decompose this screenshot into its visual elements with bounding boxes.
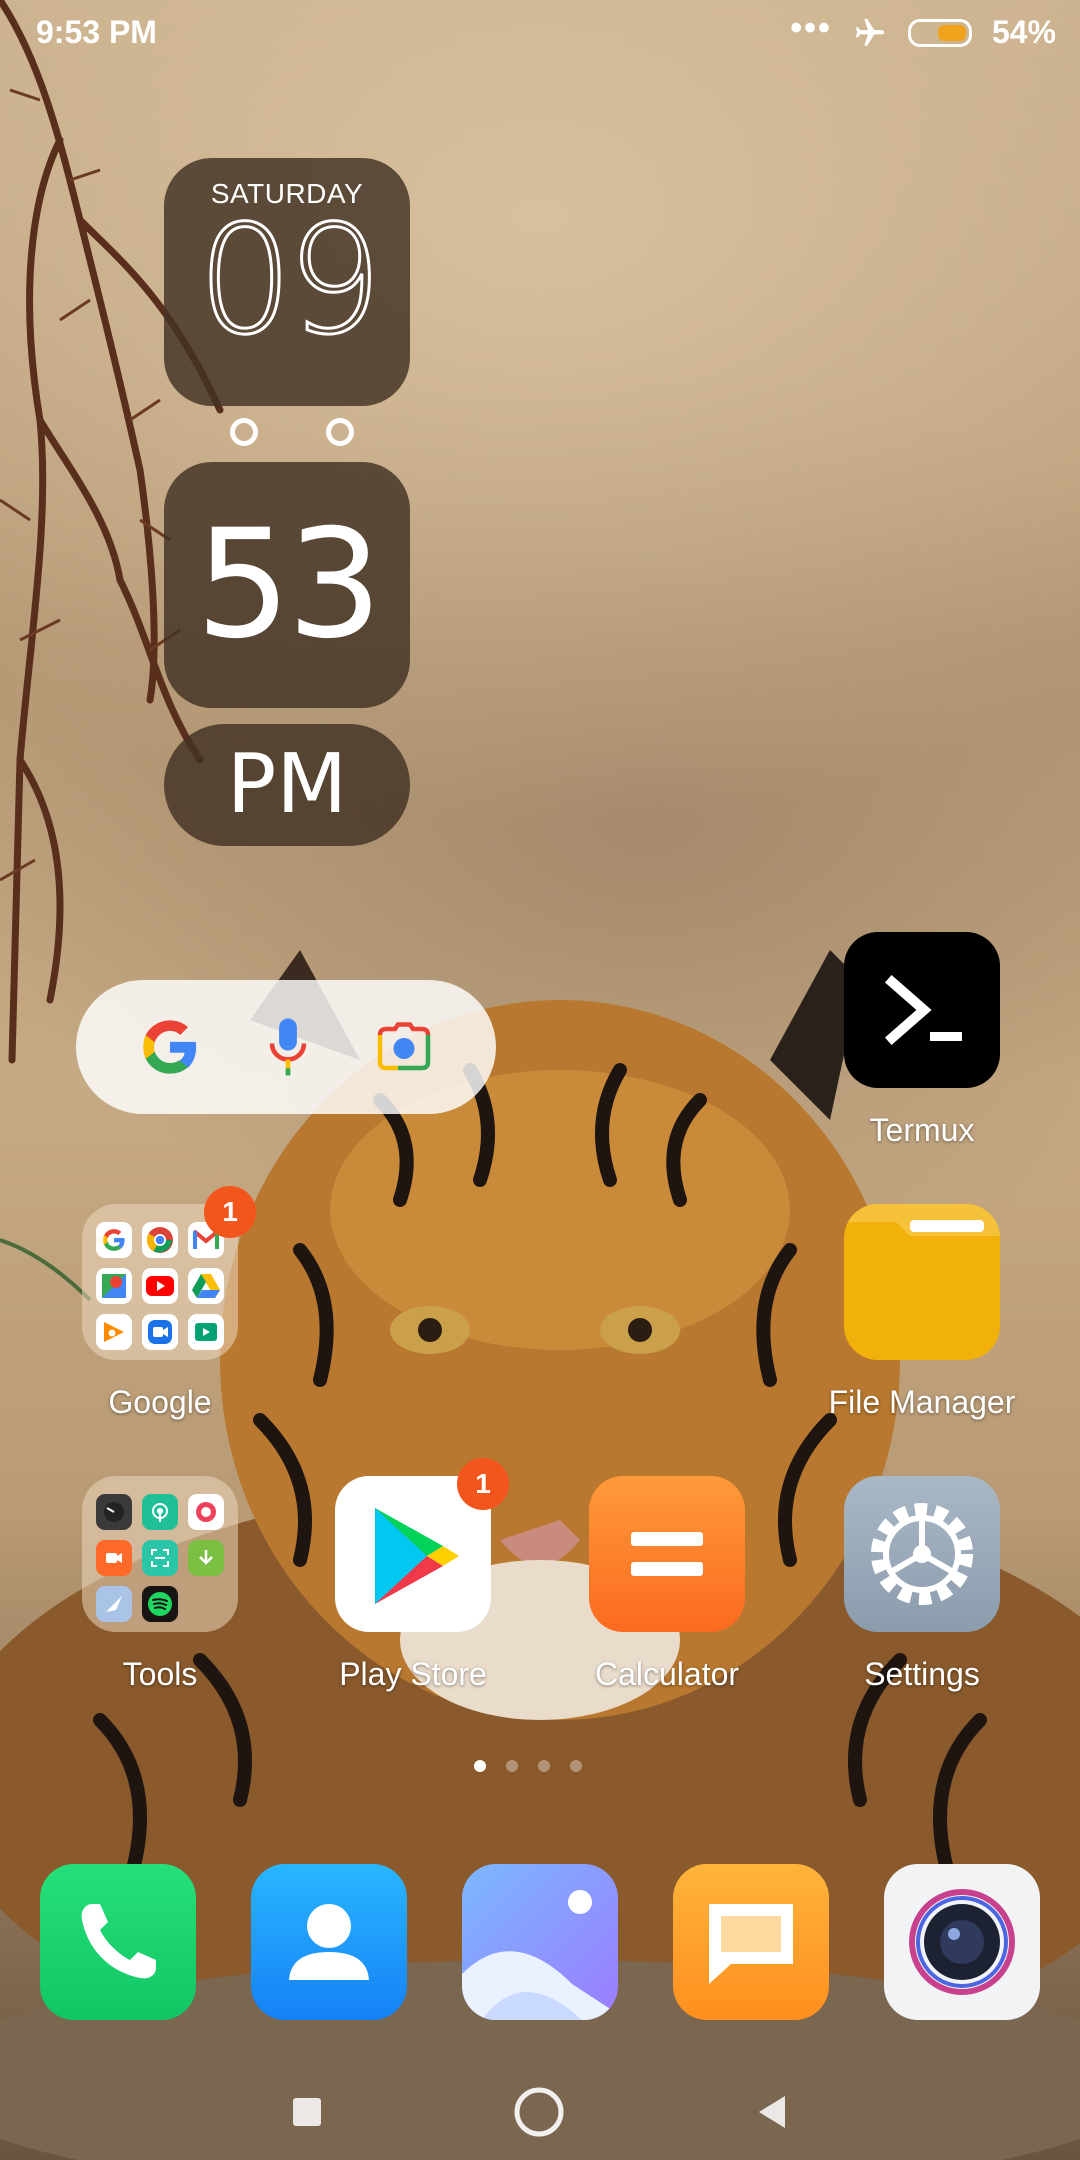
clock-widget-day[interactable]: SATURDAY 09 <box>164 158 410 406</box>
play-music-mini-icon <box>96 1314 132 1350</box>
airplane-mode-icon <box>855 18 885 46</box>
battery-level <box>937 24 966 41</box>
folder-google[interactable]: 1 Google <box>60 1186 260 1421</box>
app-label: Termux <box>869 1112 975 1148</box>
page-dot-active[interactable] <box>474 1760 486 1772</box>
app-termux[interactable]: Termux <box>822 932 1022 1149</box>
app-settings[interactable]: Settings <box>822 1476 1022 1693</box>
more-notifications-icon: ••• <box>790 8 832 47</box>
page-dot[interactable] <box>570 1760 582 1772</box>
clock-ring-right <box>326 418 354 446</box>
page-dot[interactable] <box>538 1760 550 1772</box>
camera-lens-glyph <box>909 1889 1015 1995</box>
person-glyph <box>289 1904 369 1980</box>
google-search-mini-icon <box>96 1222 132 1258</box>
contacts-icon[interactable] <box>251 1864 407 2020</box>
app-label: Play Store <box>339 1656 487 1692</box>
app-calculator[interactable]: Calculator <box>567 1476 767 1693</box>
home-button[interactable] <box>513 2086 565 2138</box>
gallery-icon[interactable] <box>462 1864 618 2020</box>
status-bar: 9:53 PM ••• 54% <box>0 0 1080 66</box>
app-label: File Manager <box>828 1384 1016 1420</box>
message-bubble-glyph <box>709 1904 793 1984</box>
camera-icon[interactable] <box>884 1864 1040 2020</box>
google-lens-icon[interactable] <box>374 1019 434 1075</box>
folder-tab-shape <box>844 1204 1000 1236</box>
clock-minute: 53 <box>195 498 383 672</box>
recents-button[interactable] <box>291 2096 323 2128</box>
calculator-icon[interactable] <box>589 1476 745 1632</box>
duo-mini-icon <box>142 1314 178 1350</box>
clock-ring-left <box>230 418 258 446</box>
equals-sign-glyph <box>631 1532 703 1576</box>
tools-folder-icon[interactable] <box>82 1476 238 1632</box>
status-icons: ••• 54% <box>790 8 1056 51</box>
scanner-mini-icon <box>142 1540 178 1576</box>
messages-icon[interactable] <box>673 1864 829 2020</box>
page-indicator[interactable] <box>474 1760 582 1772</box>
app-label: Calculator <box>594 1656 740 1692</box>
phone-handset-glyph <box>81 1904 156 1979</box>
google-search-widget[interactable] <box>76 980 496 1114</box>
youtube-mini-icon <box>142 1268 178 1304</box>
google-g-icon[interactable] <box>138 1015 202 1079</box>
fm-radio-mini-icon <box>142 1494 178 1530</box>
app-label: Settings <box>864 1656 980 1692</box>
page-dot[interactable] <box>506 1760 518 1772</box>
folder-tools[interactable]: Tools <box>60 1476 260 1693</box>
app-label: Google <box>108 1384 212 1420</box>
clock-hour: 09 <box>196 194 384 368</box>
gallery-landscape-glyph <box>462 1890 618 2020</box>
google-folder-icon[interactable]: 1 <box>82 1186 256 1360</box>
play-store-icon[interactable]: 1 <box>335 1458 509 1632</box>
maps-mini-icon <box>96 1268 132 1304</box>
notification-badge: 1 <box>457 1458 509 1510</box>
termux-icon[interactable] <box>844 932 1000 1088</box>
microphone-icon[interactable] <box>266 1015 310 1079</box>
notification-badge: 1 <box>204 1186 256 1238</box>
clock-widget-minute[interactable]: 53 <box>164 462 410 708</box>
app-file-manager[interactable]: File Manager <box>822 1204 1022 1421</box>
spotify-mini-icon <box>142 1586 178 1622</box>
chrome-mini-icon <box>142 1222 178 1258</box>
dock <box>40 1864 1040 2020</box>
compass-mini-icon <box>96 1586 132 1622</box>
back-button[interactable] <box>755 2094 789 2130</box>
gear-icon <box>871 1503 973 1605</box>
drive-mini-icon <box>188 1268 224 1304</box>
status-time: 9:53 PM <box>36 14 157 50</box>
settings-gear-icon[interactable] <box>844 1476 1000 1632</box>
terminal-prompt-icon <box>884 974 962 1046</box>
screen-recorder-mini-icon <box>96 1540 132 1576</box>
navigation-bar <box>0 2064 1080 2160</box>
battery-percent: 54% <box>991 14 1056 50</box>
folder-icon[interactable] <box>844 1204 1000 1360</box>
recorder-mini-icon <box>188 1494 224 1530</box>
clock-separator <box>230 418 354 446</box>
clock-widget-ampm[interactable]: PM <box>164 724 410 846</box>
battery-icon <box>907 18 972 47</box>
app-play-store[interactable]: 1 Play Store <box>313 1458 513 1693</box>
app-label: Tools <box>122 1656 198 1692</box>
downloads-mini-icon <box>188 1540 224 1576</box>
phone-icon[interactable] <box>40 1864 196 2020</box>
play-movies-mini-icon <box>188 1314 224 1350</box>
clock-mini-icon <box>96 1494 132 1530</box>
